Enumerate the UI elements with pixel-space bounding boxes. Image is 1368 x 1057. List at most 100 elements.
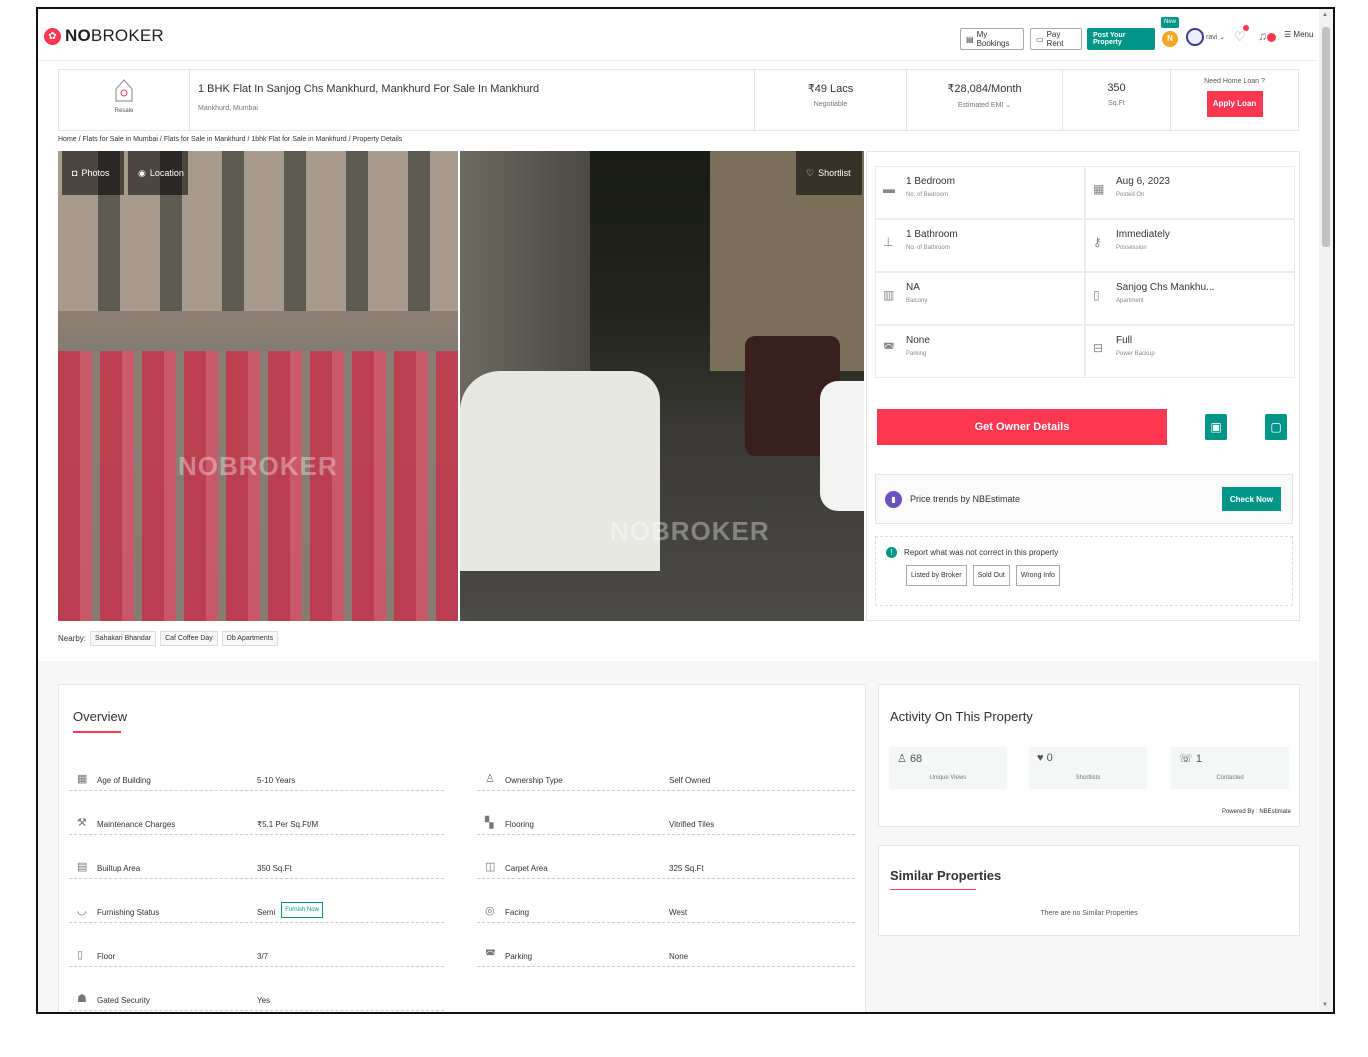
location-button[interactable]: ◉ Location xyxy=(128,151,188,195)
battery-icon: ⊟ xyxy=(1093,341,1104,355)
overview-label: Ownership Type xyxy=(505,776,563,785)
detail-power-backup: ⊟ Full Power Backup xyxy=(1085,325,1295,378)
detail-label: No. of Bathroom xyxy=(906,245,950,251)
watermark-1: NOBROKER xyxy=(178,451,338,481)
property-title: 1 BHK Flat In Sanjog Chs Mankhurd, Mankh… xyxy=(198,83,540,95)
photo-courtyard[interactable]: NOBROKER ◘ Photos ◉ Location xyxy=(58,151,458,621)
area-unit: Sq.Ft xyxy=(1108,100,1125,107)
report-sold-out-button[interactable]: Sold Out xyxy=(972,565,1010,586)
scroll-down-arrow-icon[interactable]: ▼ xyxy=(1322,1002,1328,1008)
detail-apartment: ▯ Sanjog Chs Mankhu... Apartment xyxy=(1085,272,1295,325)
scrollbar-thumb[interactable] xyxy=(1322,27,1330,247)
price-negotiable: Negotiable xyxy=(813,101,848,108)
stat-value: 0 xyxy=(1046,752,1053,764)
similar-title: Similar Properties xyxy=(890,868,1002,883)
overview-row: ▯ Floor 3/7 xyxy=(69,947,444,967)
nearby-tag[interactable]: Caf Coffee Day xyxy=(160,631,218,646)
overview-label: Flooring xyxy=(505,820,534,829)
heart-outline-icon: ♡ xyxy=(806,167,815,178)
stat-value: 68 xyxy=(909,753,923,765)
overview-value: 350 Sq.Ft xyxy=(257,864,292,873)
nobroker-logo[interactable]: ✿ NOBROKER xyxy=(44,26,164,46)
overview-label: Floor xyxy=(97,952,116,961)
car-icon: ◚ xyxy=(485,949,496,961)
breadcrumb[interactable]: Home / Flats for Sale in Mumbai / Flats … xyxy=(58,136,402,143)
hamburger-icon: ☰ xyxy=(1284,30,1292,39)
my-bookings-button[interactable]: ▤ My Bookings xyxy=(960,28,1024,50)
report-listed-by-broker-button[interactable]: Listed by Broker xyxy=(906,565,967,586)
calendar-icon: ▣ xyxy=(1210,420,1222,434)
location-label: Location xyxy=(149,168,184,178)
new-badge: New xyxy=(1161,17,1179,28)
user-name[interactable]: ravi ⌄ xyxy=(1206,33,1225,41)
hammer-icon: ⚒ xyxy=(77,817,87,829)
scroll-up-arrow-icon[interactable]: ▲ xyxy=(1322,12,1328,18)
check-now-button[interactable]: Check Now xyxy=(1221,487,1281,511)
overview-value: None xyxy=(669,952,689,961)
overview-label: Gated Security xyxy=(97,996,150,1005)
carpet-area-icon: ◫ xyxy=(485,861,496,873)
chat-button[interactable]: ▢ xyxy=(1265,414,1287,440)
notification-bell-icon[interactable]: ♫ xyxy=(1258,29,1267,43)
overview-label: Furnishing Status xyxy=(97,908,160,917)
property-location: Mankhurd, Mumbai xyxy=(198,105,258,112)
overview-underline xyxy=(73,731,121,733)
overview-value: ₹5.1 Per Sq.Ft/M xyxy=(257,820,319,829)
logo-icon: ✿ xyxy=(44,27,61,45)
detail-parking: ◚ None Parking xyxy=(875,325,1085,378)
photos-button[interactable]: ◘ Photos xyxy=(62,151,124,195)
vertical-scrollbar[interactable]: ▲ ▼ xyxy=(1319,9,1333,1012)
report-section: ! Report what was not correct in this pro… xyxy=(875,536,1293,606)
phone-icon: ☏ xyxy=(1179,753,1193,765)
shortlist-label: Shortlist xyxy=(818,168,851,178)
detail-posted-on: ▦ Aug 6, 2023 Posted On xyxy=(1085,166,1295,219)
overview-row: ◫ Carpet Area 325 Sq.Ft xyxy=(477,859,855,879)
browser-viewport: ✿ NOBROKER ▤ My Bookings ▭ Pay Rent Post… xyxy=(36,7,1335,1014)
photo-gallery[interactable]: NOBROKER ◘ Photos ◉ Location NOBROKER ♡ Sho… xyxy=(58,151,864,621)
heart-icon[interactable]: ♡ xyxy=(1234,29,1246,45)
overview-label: Maintenance Charges xyxy=(97,820,176,829)
nearby-tag[interactable]: Db Apartments xyxy=(221,631,279,646)
post-property-button[interactable]: Post Your Property xyxy=(1087,28,1155,50)
camera-icon: ◘ xyxy=(72,168,78,178)
shortlist-button[interactable]: ♡ Shortlist xyxy=(796,151,862,195)
menu-button[interactable]: ☰ Menu xyxy=(1284,30,1313,39)
user-avatar-icon[interactable] xyxy=(1186,28,1204,46)
emi-cell[interactable]: ₹28,084/Month Estimated EMI ⌄ xyxy=(906,70,1062,130)
overview-row: ◎ Facing West xyxy=(477,903,855,923)
furnish-now-button[interactable]: Furnish Now xyxy=(281,902,323,918)
price-trends-text: Price trends by NBEstimate xyxy=(910,494,1021,504)
category-label: Resale xyxy=(114,108,134,114)
detail-value: Aug 6, 2023 xyxy=(1116,176,1170,187)
similar-empty-text: There are no Similar Properties xyxy=(1040,910,1138,917)
property-details-panel: ▬ 1 Bedroom No. of Bedroom ▦ Aug 6, 2023 Pos… xyxy=(866,151,1300,621)
get-owner-details-button[interactable]: Get Owner Details xyxy=(877,409,1167,445)
powered-by: Powered By : NBEstimate xyxy=(1221,809,1291,815)
overview-row: ▦ Age of Building 5-10 Years xyxy=(69,771,444,791)
sofa-icon: ◡ xyxy=(77,905,87,917)
schedule-visit-button[interactable]: ▣ xyxy=(1205,414,1227,440)
pay-rent-button[interactable]: ▭ Pay Rent xyxy=(1030,28,1082,50)
detail-label: Power Backup xyxy=(1116,351,1155,357)
apply-loan-button[interactable]: Apply Loan xyxy=(1206,91,1263,117)
overview-row: ☗ Gated Security Yes xyxy=(69,991,444,1011)
overview-label: Parking xyxy=(505,952,533,961)
detail-bedroom: ▬ 1 Bedroom No. of Bedroom xyxy=(875,166,1085,219)
detail-possession: ⚷ Immediately Possession xyxy=(1085,219,1295,272)
price-trends-row: ▮ Price trends by NBEstimate Check Now xyxy=(875,474,1293,524)
builtup-icon: ▤ xyxy=(77,861,88,873)
stat-unique-views: ♙ 68 Unique Views xyxy=(889,747,1007,789)
nearby-tag[interactable]: Sahakari Bhandar xyxy=(90,631,157,646)
nb-coin-icon[interactable]: N xyxy=(1162,31,1178,47)
logo-text-no: NO xyxy=(65,26,91,45)
emi-value: ₹28,084/Month xyxy=(947,83,1022,95)
price-value: ₹49 Lacs xyxy=(807,83,854,95)
card-icon: ▭ xyxy=(1036,34,1044,44)
activity-title: Activity On This Property xyxy=(890,709,1033,724)
car-icon: ◚ xyxy=(883,341,895,355)
photo-parking-lane[interactable]: NOBROKER ♡ Shortlist xyxy=(460,151,864,621)
ownership-icon: ♙ xyxy=(485,773,495,785)
report-wrong-info-button[interactable]: Wrong Info xyxy=(1015,565,1060,586)
security-guard-icon: ☗ xyxy=(77,993,87,1005)
overview-value: Semi xyxy=(257,908,276,917)
